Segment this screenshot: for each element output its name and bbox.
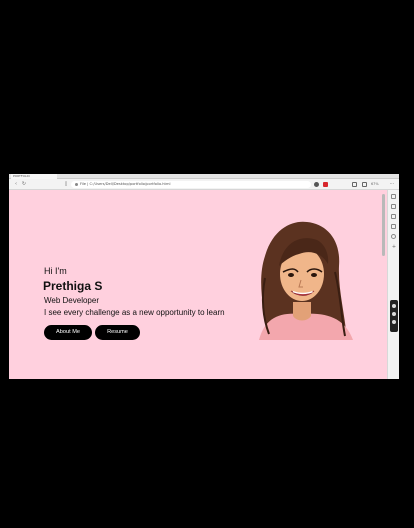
browser-sidebar: +	[387, 190, 399, 379]
back-icon[interactable]: ‹	[13, 181, 19, 187]
sidebar-search-icon[interactable]	[391, 194, 396, 199]
floating-toolbar	[390, 300, 398, 332]
add-icon[interactable]: +	[391, 244, 397, 250]
browser-window: PORTFOLIO ‹ ↻ ▯ File | C:/Users/Dell/Des…	[9, 174, 399, 379]
hero-tagline: I see every challenge as a new opportuni…	[44, 308, 225, 317]
sidebar-tools-icon[interactable]	[391, 214, 396, 219]
page-scrollbar[interactable]	[382, 194, 385, 256]
floating-tool-icon[interactable]	[392, 304, 396, 308]
adblock-icon[interactable]	[323, 182, 328, 187]
floating-tool-icon[interactable]	[392, 320, 396, 324]
hero-role: Web Developer	[44, 296, 99, 305]
hero-name: Prethiga S	[43, 279, 103, 293]
collections-icon[interactable]	[362, 182, 367, 187]
greeting: Hi I'm	[44, 266, 67, 276]
info-icon[interactable]	[75, 182, 78, 186]
address-bar[interactable]: File | C:/Users/Dell/Desktop/portfolio/p…	[71, 181, 311, 188]
url-text: File | C:/Users/Dell/Desktop/portfolio/p…	[80, 182, 171, 186]
sidebar-shopping-icon[interactable]	[391, 204, 396, 209]
bookmark-icon[interactable]: ▯	[63, 181, 69, 187]
sidebar-outlook-icon[interactable]	[391, 234, 396, 239]
split-view-icon[interactable]	[352, 182, 357, 187]
browser-toolbar: ‹ ↻ ▯ File | C:/Users/Dell/Desktop/portf…	[9, 179, 399, 190]
menu-icon[interactable]: ⋯	[389, 181, 395, 187]
zoom-level[interactable]: 67%	[371, 181, 379, 188]
about-me-button[interactable]: About Me	[44, 325, 92, 340]
reload-icon[interactable]: ↻	[21, 181, 27, 187]
resume-button[interactable]: Resume	[95, 325, 140, 340]
sidebar-games-icon[interactable]	[391, 224, 396, 229]
avatar-illustration	[259, 221, 353, 340]
extension-icon[interactable]	[314, 182, 319, 187]
portfolio-page: Hi I'm Prethiga S Web Developer I see ev…	[9, 190, 385, 379]
floating-tool-icon[interactable]	[392, 312, 396, 316]
